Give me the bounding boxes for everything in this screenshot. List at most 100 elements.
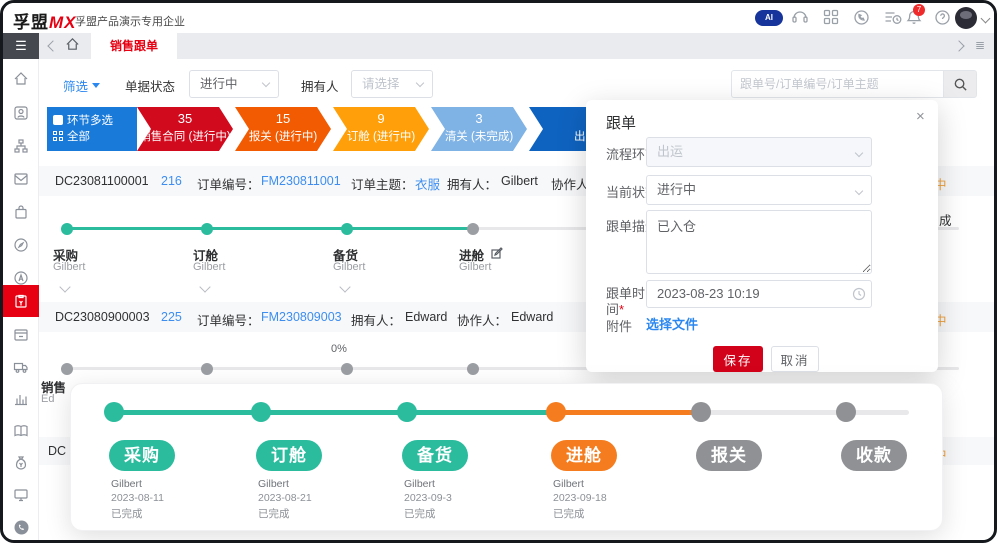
timeline-dot[interactable]: [341, 223, 353, 235]
timeline-dot[interactable]: [467, 223, 479, 235]
subject-link[interactable]: 衣服: [415, 174, 440, 193]
all-grid-icon: [53, 131, 63, 141]
cancel-button[interactable]: 取消: [771, 346, 819, 372]
popup-stage-pill[interactable]: 备货: [402, 440, 468, 471]
popup-dot[interactable]: [691, 402, 711, 422]
edit-stage-icon[interactable]: [491, 246, 503, 264]
popup-dot[interactable]: [546, 402, 566, 422]
tab-bar: ☰ 销售跟单 ≣: [3, 33, 994, 59]
popup-stage-pill[interactable]: 报关: [696, 440, 762, 471]
tab-options-icon[interactable]: ≣: [975, 38, 985, 52]
current-status-select[interactable]: 进行中: [646, 175, 872, 205]
search-icon: [953, 77, 968, 92]
search-input[interactable]: [731, 70, 943, 98]
popup-stage-owner: Gilbert: [258, 478, 289, 490]
menu-toggle-button[interactable]: ☰: [3, 33, 39, 59]
multi-select-checkbox[interactable]: [53, 115, 63, 125]
subject-label: 订单主题：: [351, 174, 414, 193]
popup-stage-pill[interactable]: 收款: [841, 440, 907, 471]
home-tab-icon[interactable]: [65, 37, 80, 57]
popup-dot[interactable]: [397, 402, 417, 422]
close-icon[interactable]: ×: [916, 108, 925, 125]
popup-stage-pill[interactable]: 进舱: [551, 440, 617, 471]
sidebar-item-archive[interactable]: [3, 321, 39, 349]
sidebar-item-orders-active[interactable]: [3, 285, 39, 317]
count-link[interactable]: 225: [161, 310, 182, 324]
filter-toggle[interactable]: 筛选: [63, 76, 100, 95]
multi-select-label[interactable]: 环节多选: [67, 112, 113, 128]
popup-stage-date: 2023-08-21: [258, 492, 312, 504]
popup-stage-date: 2023-09-3: [404, 492, 452, 504]
sidebar-item-finance[interactable]: [3, 449, 39, 477]
chevron-down-icon: [855, 149, 863, 157]
description-textarea[interactable]: 已入仓: [646, 210, 872, 274]
back-chevron-icon[interactable]: [47, 40, 58, 51]
funnel-stage-clearance[interactable]: 3清关 (未完成): [431, 107, 527, 151]
sidebar-item-logistics[interactable]: [3, 353, 39, 381]
progress-percent: 0%: [331, 343, 347, 355]
headset-icon[interactable]: [791, 9, 811, 27]
timeline-dot[interactable]: [341, 363, 353, 375]
popup-stage-pill[interactable]: 采购: [109, 440, 175, 471]
sidebar-item-contacts[interactable]: [3, 99, 39, 127]
sidebar-item-mail[interactable]: [3, 165, 39, 193]
archive-icon: [13, 327, 29, 343]
timeline-dot[interactable]: [61, 223, 73, 235]
owner-select[interactable]: 请选择: [351, 70, 433, 98]
notification-badge: 7: [913, 4, 925, 16]
status-select[interactable]: 进行中: [189, 70, 279, 98]
owner-label: 拥有人：: [447, 174, 497, 193]
sidebar-item-whatsapp[interactable]: [3, 513, 39, 541]
help-icon[interactable]: [934, 9, 954, 27]
timeline-dot[interactable]: [61, 363, 73, 375]
sidebar-item-knowledge[interactable]: [3, 417, 39, 445]
doc-number: DC23080900003: [55, 310, 150, 324]
avatar-chevron-down-icon[interactable]: [981, 14, 991, 24]
user-avatar[interactable]: [955, 7, 977, 29]
expand-chevron-icon[interactable]: [199, 281, 210, 292]
sidebar-item-reports[interactable]: [3, 385, 39, 413]
choose-file-link[interactable]: 选择文件: [646, 314, 698, 333]
tab-sales-tracking[interactable]: 销售跟单: [91, 33, 177, 59]
order-no-link[interactable]: FM230809003: [261, 310, 342, 324]
time-input[interactable]: 2023-08-23 10:19: [646, 280, 872, 308]
save-button[interactable]: 保存: [713, 346, 763, 372]
chevron-down-icon: [855, 187, 863, 195]
funnel-stage-booking[interactable]: 9订舱 (进行中): [333, 107, 429, 151]
funnel-stage-customs[interactable]: 15报关 (进行中): [235, 107, 331, 151]
stage-owner: Gilbert: [53, 261, 85, 273]
sidebar-item-monitor[interactable]: [3, 481, 39, 509]
logo-text-mx: MX: [49, 13, 77, 32]
popup-line-done: [407, 410, 556, 415]
popup-dot[interactable]: [836, 402, 856, 422]
funnel-stage-sales-contract[interactable]: 35销售合同 (进行中): [137, 107, 233, 151]
sidebar-item-org[interactable]: [3, 132, 39, 160]
task-list-icon[interactable]: [884, 9, 904, 27]
monitor-icon: [13, 487, 29, 503]
whatsapp-icon[interactable]: [853, 9, 873, 27]
timeline-dot[interactable]: [201, 363, 213, 375]
sidebar-item-marketing[interactable]: [3, 231, 39, 259]
popup-dot[interactable]: [104, 402, 124, 422]
timeline-dot[interactable]: [467, 363, 479, 375]
popup-line-done: [114, 410, 261, 415]
all-label[interactable]: 全部: [67, 128, 90, 144]
popup-stage-pill[interactable]: 订舱: [256, 440, 322, 471]
count-link[interactable]: 216: [161, 174, 182, 188]
expand-chevron-icon[interactable]: [339, 281, 350, 292]
apps-grid-icon[interactable]: [823, 9, 843, 27]
ai-badge-button[interactable]: AI: [755, 10, 783, 26]
popup-dot[interactable]: [251, 402, 271, 422]
forward-chevron-icon[interactable]: [953, 40, 964, 51]
expand-chevron-icon[interactable]: [59, 281, 70, 292]
sidebar-item-home[interactable]: [3, 65, 39, 93]
app-window: 孚盟MX 孚盟产品演示专用企业 AI 7 ☰ 销售跟单: [0, 0, 997, 543]
stage-select[interactable]: 出运: [646, 137, 872, 167]
stage-owner: Gilbert: [193, 261, 225, 273]
order-no-link[interactable]: FM230811001: [261, 174, 341, 188]
timeline-dot[interactable]: [201, 223, 213, 235]
popup-stage-owner: Gilbert: [111, 478, 142, 490]
sidebar-item-products[interactable]: [3, 198, 39, 226]
app-logo: 孚盟MX: [13, 8, 77, 33]
search-button[interactable]: [943, 70, 977, 98]
